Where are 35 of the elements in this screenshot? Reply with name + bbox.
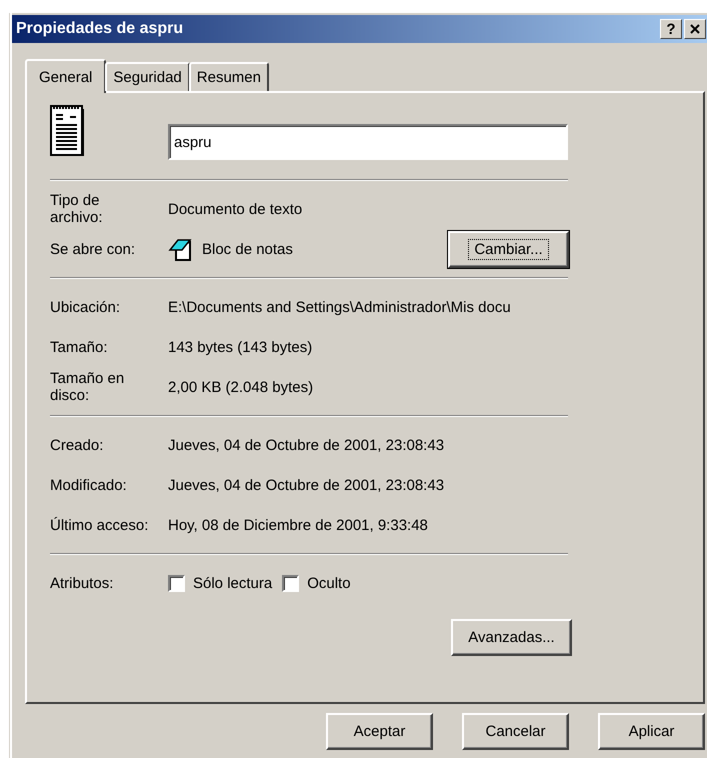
dialog-button[interactable]: Aplicar — [598, 713, 705, 750]
checkbox[interactable] — [168, 574, 185, 592]
checkbox-label[interactable]: Oculto — [307, 574, 351, 592]
checkbox[interactable] — [282, 574, 300, 592]
field-label: Ubicación: — [50, 298, 122, 316]
field-label: Tamaño en disco: — [50, 370, 126, 404]
file-name-field[interactable]: aspru — [168, 124, 568, 160]
field-label: Atributos: — [50, 574, 114, 592]
field-value: 2,00 KB (2.048 bytes) — [168, 378, 314, 396]
text-file-icon — [50, 105, 85, 157]
field-value: 143 bytes (143 bytes) — [168, 338, 312, 356]
tab[interactable]: General — [25, 59, 106, 93]
tab[interactable]: Resumen — [188, 62, 269, 91]
field-value: E:\Documents and Settings\Administrador\Mis docu — [168, 298, 511, 316]
field-value: Jueves, 04 de Octubre de 2001, 23:08:43 — [168, 436, 444, 454]
checkbox-label[interactable]: Sólo lectura — [193, 574, 272, 592]
field-label: Modificado: — [50, 476, 128, 494]
field-label: Creado: — [50, 436, 104, 454]
field-label: Tamaño: — [50, 338, 109, 356]
help-button[interactable]: ? — [660, 19, 682, 39]
advanced-button[interactable]: Avanzadas... — [451, 619, 572, 656]
dialog-button[interactable]: Cancelar — [462, 713, 569, 750]
tab[interactable]: Seguridad — [105, 62, 190, 91]
field-value: Documento de texto — [168, 200, 302, 218]
field-label: Se abre con: — [50, 240, 136, 258]
close-icon — [690, 24, 700, 34]
change-button[interactable]: Cambiar... — [448, 230, 569, 268]
window-title: Propiedades de aspru — [16, 20, 184, 38]
field-value: Jueves, 04 de Octubre de 2001, 23:08:43 — [168, 476, 444, 494]
field-label: Tipo de archivo: — [50, 192, 104, 226]
field-label: Último acceso: — [50, 516, 150, 534]
app-name: Bloc de notas — [202, 240, 293, 258]
field-value: Hoy, 08 de Diciembre de 2001, 9:33:48 — [168, 516, 428, 534]
close-button[interactable] — [684, 19, 706, 39]
dialog-button[interactable]: Aceptar — [326, 713, 433, 750]
